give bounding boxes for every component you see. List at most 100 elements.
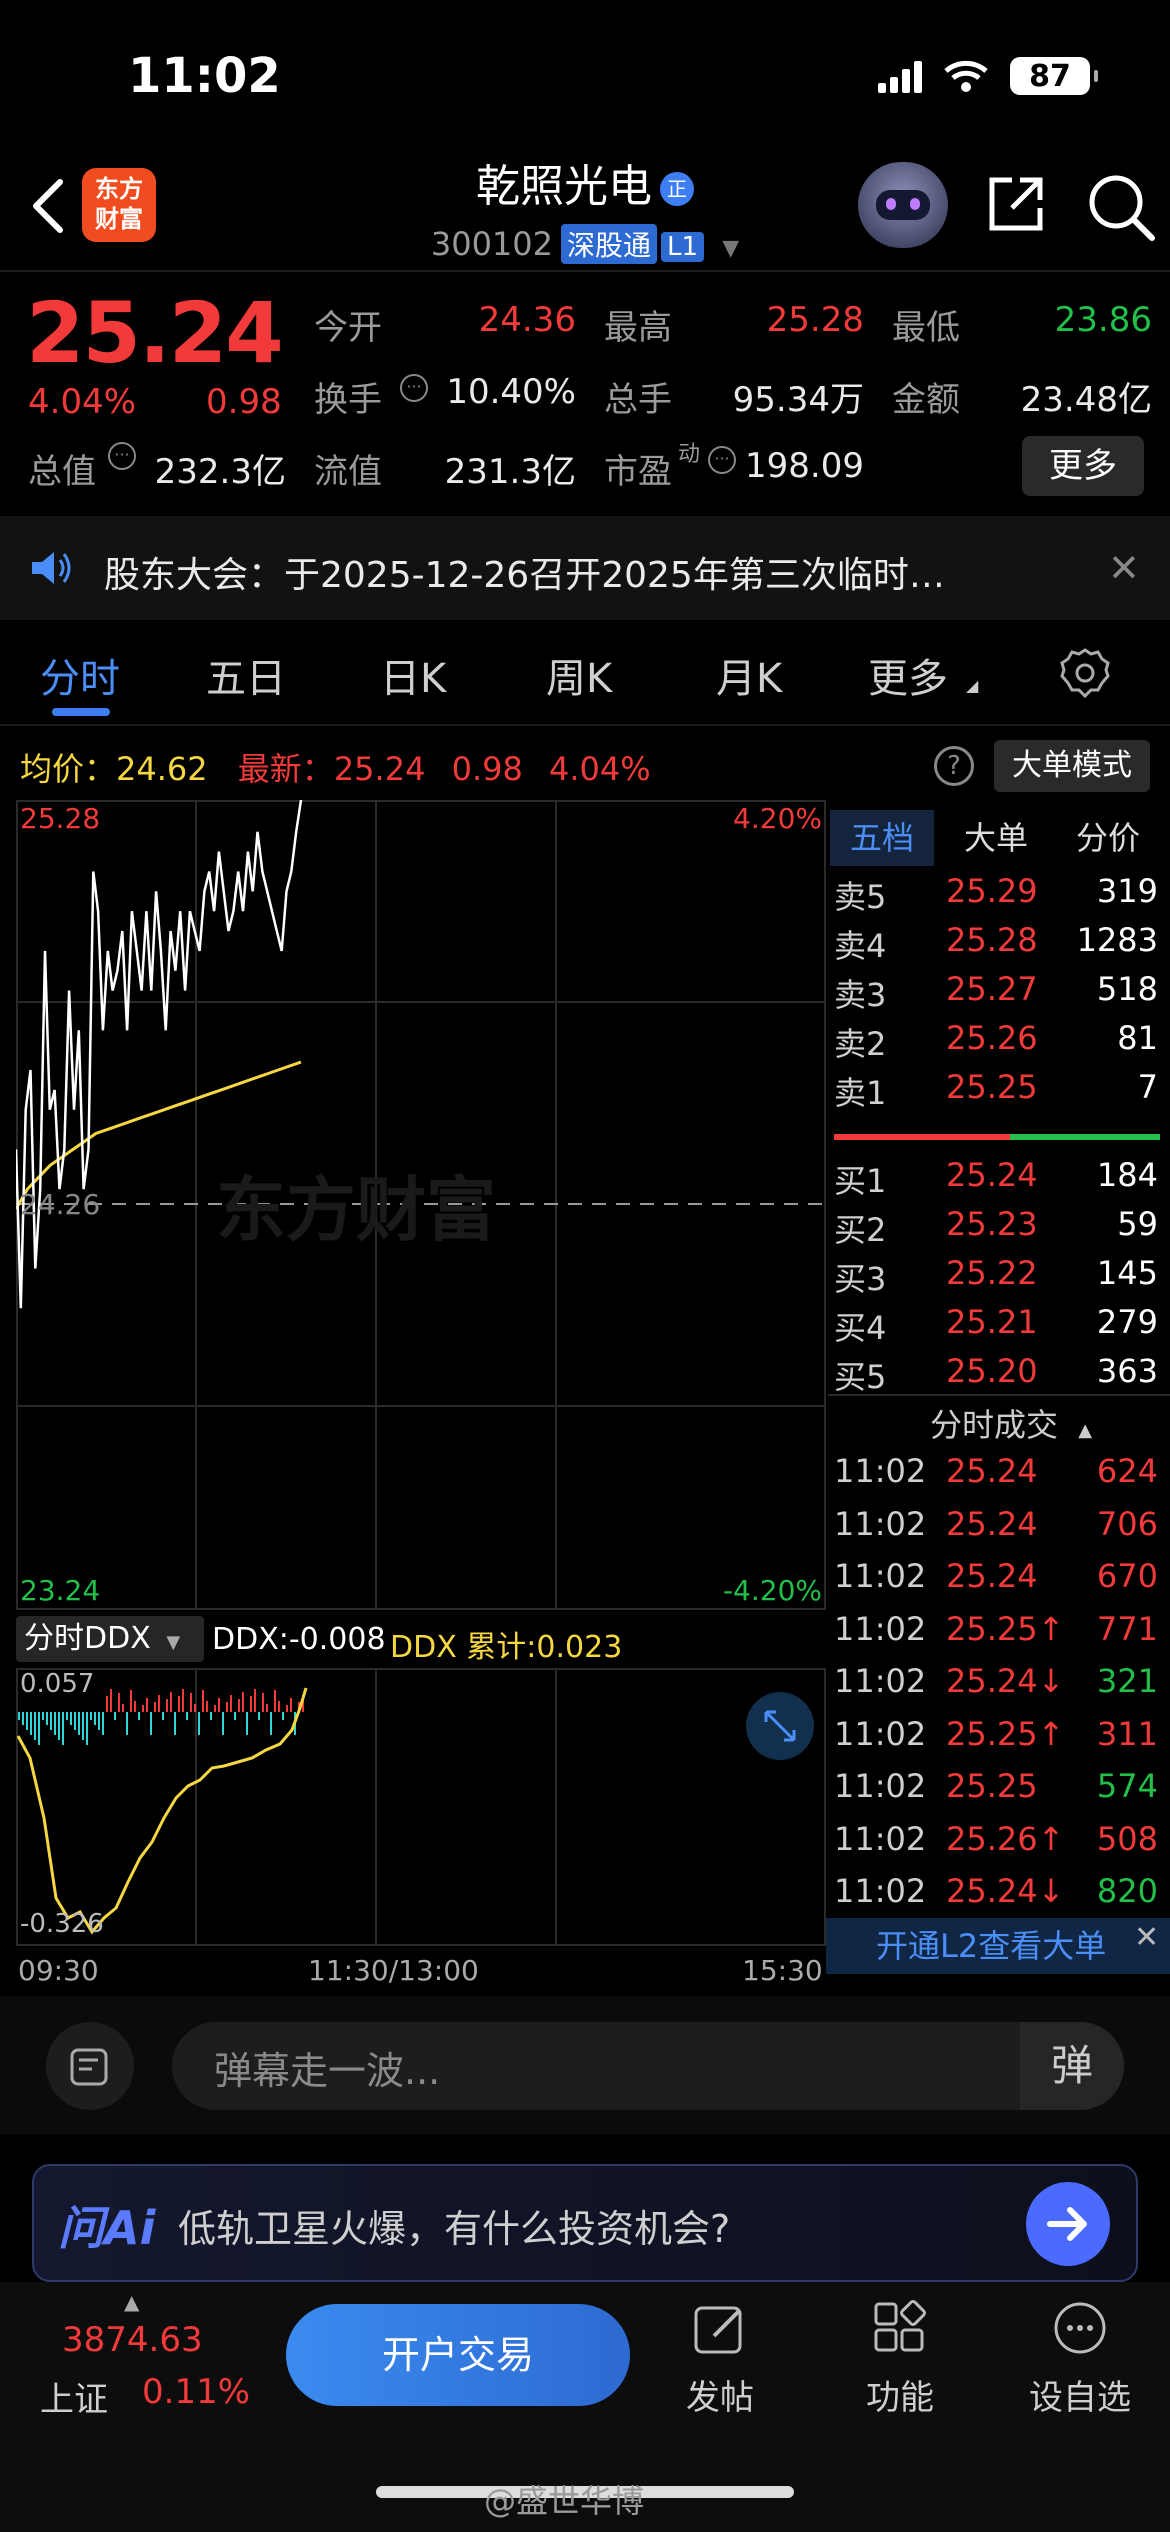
ask-price: 25.25 [946,1068,1038,1106]
trade-volume: 311 [1096,1714,1158,1753]
ddx-selector[interactable]: 分时DDX ▼ [16,1616,204,1662]
close-icon[interactable]: ✕ [1108,546,1140,590]
more-button[interactable]: 更多 [1022,436,1144,496]
trade-row: 11:02 25.25↑ 771 [834,1610,1164,1660]
avg-label: 均价： [20,750,117,788]
assistant-robot-icon[interactable] [858,162,948,248]
tab-big-orders[interactable]: 大单 [944,810,1048,866]
ddx-bar [286,1705,288,1712]
ai-prompt-text: 低轨卫星火爆，有什么投资机会? [178,2207,731,2251]
help-icon[interactable]: ? [934,746,974,786]
ddx-bar [94,1712,96,1725]
trade-volume: 574 [1096,1767,1158,1805]
ddx-bar [110,1689,112,1712]
big-order-mode-button[interactable]: 大单模式 [994,740,1150,792]
ask-row: 卖2 25.26 81 [834,1019,1164,1067]
connect-badge: 深股通 [561,224,658,264]
ddx-bar [102,1712,104,1735]
ddx-bar [30,1712,32,1735]
ai-send-button[interactable] [1026,2182,1110,2266]
tab-intraday[interactable]: 分时 [40,646,120,704]
float-value: 231.3亿 [444,452,576,492]
l2-upgrade-banner[interactable]: 开通L2查看大单 [826,1918,1170,1974]
tab-monthly-k[interactable]: 月K [716,646,782,704]
comment-list-icon[interactable] [46,2022,134,2110]
ddx-bar [126,1712,128,1735]
nav-functions-label: 功能 [866,2378,934,2418]
ddx-bar [98,1712,100,1730]
trade-price: 25.24 [946,1452,1038,1490]
bid-row: 买1 25.24 184 [834,1156,1164,1204]
trades-title[interactable]: 分时成交 ▲ [930,1400,1092,1446]
trade-row: 11:02 25.24 706 [834,1505,1164,1555]
amount-label: 金额 [892,380,960,420]
trade-time: 11:02 [834,1452,927,1490]
ddx-bar [166,1699,168,1712]
open-account-trade-button[interactable]: 开户交易 [286,2304,630,2406]
ask-price: 25.28 [946,921,1038,959]
tab-weekly-k[interactable]: 周K [546,646,612,704]
ask-volume: 1283 [1076,921,1158,959]
search-icon[interactable] [1086,172,1156,242]
tab-five-day[interactable]: 五日 [206,646,286,704]
stock-code: 300102 [430,225,553,263]
ddx-bar [170,1692,172,1712]
ask-price: 25.26 [946,1019,1038,1057]
ddx-bar [42,1712,44,1720]
ddx-bar [122,1704,124,1712]
l2-banner-label: 开通L2查看大单 [876,1927,1107,1965]
ddx-bar [22,1712,24,1725]
ddx-bar [66,1712,68,1720]
ddx-bar [270,1712,272,1735]
name-tag-badge: 正 [660,172,694,206]
trade-price: 25.25↑ [946,1609,1065,1648]
cellular-signal-icon [878,59,922,93]
time-start: 09:30 [18,1954,99,1987]
trade-volume: 706 [1096,1504,1158,1543]
avg-value: 24.62 [116,750,208,788]
ddx-bar [254,1689,256,1712]
trade-time: 11:02 [834,1714,927,1753]
ddx-bar [182,1689,184,1712]
ddx-bar [178,1696,180,1712]
tab-daily-k[interactable]: 日K [380,646,446,704]
info-icon[interactable]: ··· [708,446,736,474]
trade-volume: 321 [1096,1662,1158,1700]
change-percent: 4.04% [28,382,137,422]
danmu-toggle-button[interactable]: 弹 [1020,2022,1124,2110]
chart-watermark: 东方财富 [216,1169,496,1251]
ddx-bar [246,1712,248,1735]
tab-price-distribution[interactable]: 分价 [1056,810,1160,866]
ddx-bar [50,1712,52,1730]
time-end: 15:30 [742,1954,823,1987]
ask-row: 卖5 25.29 319 [834,872,1164,920]
open-value: 24.36 [478,300,576,340]
ddx-chart[interactable]: 0.057 -0.326 [16,1668,826,1946]
tab-five-levels[interactable]: 五档 [830,810,934,866]
trade-price: 25.24 [946,1557,1038,1595]
intraday-chart[interactable]: 东方财富 25.28 23.24 24.26 4.20% -4.20% [16,800,826,1610]
index-value[interactable]: 3874.63 [62,2320,203,2360]
bid-volume: 279 [1096,1303,1158,1341]
ask-label: 卖4 [834,927,887,965]
ddx-sum: DDX 累计:0.023 [390,1630,623,1665]
ddx-bar [82,1712,84,1740]
ddx-bar [86,1712,88,1745]
trade-volume: 670 [1096,1557,1158,1595]
ask-volume: 319 [1096,872,1158,910]
ddx-bar [162,1712,164,1720]
last-percent: 4.04% [549,750,651,788]
nav-watchlist[interactable]: 设自选 [1020,2300,1140,2419]
tab-more[interactable]: 更多 [868,646,948,704]
nav-post-label: 发帖 [686,2378,754,2418]
volume-label: 总手 [604,380,672,420]
settings-icon[interactable] [1058,646,1112,700]
nav-post[interactable]: 发帖 [660,2300,780,2419]
ddx-bar [70,1712,72,1725]
low-label: 最低 [892,308,960,348]
status-time: 11:02 [128,48,281,104]
close-icon[interactable]: ✕ [1134,1920,1159,1955]
info-icon[interactable]: ··· [400,374,428,402]
share-icon[interactable] [984,172,1048,236]
nav-functions[interactable]: 功能 [840,2300,960,2419]
